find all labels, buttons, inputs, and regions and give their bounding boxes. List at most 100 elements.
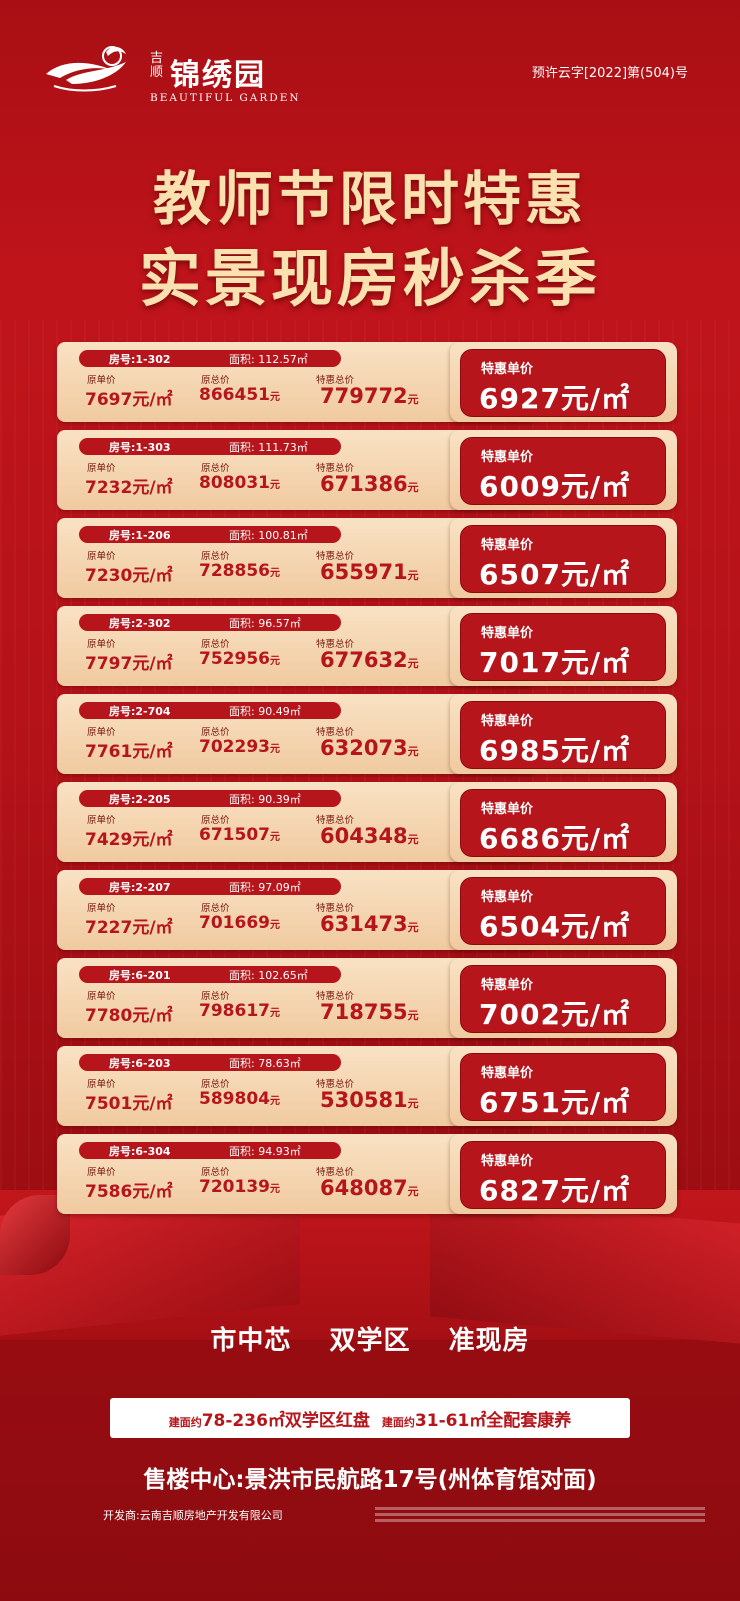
unit-card: 房号:1-302 面积: 112.57㎡ 原单价 7697元/㎡ 原总价 866451元 特… <box>57 342 677 422</box>
special-unit-price-label: 特惠单价 <box>481 978 534 993</box>
unit-card: 房号:2-205 面积: 90.39㎡原单价 7429元/㎡ 原总价 671507元 特惠… <box>57 782 677 862</box>
unit-card: 房号:6-203 面积: 78.63㎡ 原单价 7501元/㎡ 原总价 589804元 特惠… <box>57 1046 677 1126</box>
orig-total-label: 原总价 <box>201 463 230 474</box>
brand-prefix: 吉顺 <box>150 51 164 80</box>
room-number: 房号:6-201 <box>109 969 171 982</box>
unit-area: 面积: 97.09㎡ <box>229 881 301 894</box>
special-unit-price-box: 特惠单价 6751元/㎡ <box>460 1053 666 1121</box>
special-total: 779772元 <box>320 384 419 408</box>
orig-total-label: 原总价 <box>201 551 230 562</box>
unit-card: 房号:1-206 面积: 100.81㎡ 原单价 7230元/㎡ 原总价 728856元 特… <box>57 518 677 598</box>
special-unit-price-label: 特惠单价 <box>481 714 534 729</box>
product-banner: 建面约78-236㎡双学区红盘 建面约31-61㎡全配套康养 <box>110 1398 630 1438</box>
headline-line1: 教师节限时特惠 <box>152 165 587 233</box>
unit-area: 面积: 94.93㎡ <box>229 1145 301 1158</box>
orig-total: 808031元 <box>199 473 280 493</box>
room-number: 房号:1-303 <box>109 441 171 454</box>
special-unit-price: 6507元/㎡ <box>479 558 631 591</box>
special-total: 530581元 <box>320 1088 419 1112</box>
brand-english: BEAUTIFUL GARDEN <box>150 92 301 104</box>
special-unit-price-label: 特惠单价 <box>481 1066 534 1081</box>
special-total: 655971元 <box>320 560 419 584</box>
orig-unit-price-label: 原单价 <box>87 991 116 1002</box>
headline-line2: 实景现房秒杀季 <box>138 242 601 315</box>
special-unit-price: 6751元/㎡ <box>479 1086 631 1119</box>
special-unit-price-box: 特惠单价 6985元/㎡ <box>460 701 666 769</box>
orig-total-label: 原总价 <box>201 991 230 1002</box>
developer-name: 开发商:云南吉顺房地产开发有限公司 <box>103 1509 283 1522</box>
unit-area: 面积: 78.63㎡ <box>229 1057 301 1070</box>
unit-card: 房号:2-207 面积: 97.09㎡ 原单价 7227元/㎡ 原总价 701669元 特惠… <box>57 870 677 950</box>
special-price-panel: 特惠单价 6504元/㎡ <box>450 870 677 950</box>
special-unit-price: 6686元/㎡ <box>479 822 631 855</box>
orig-unit-price-label: 原单价 <box>87 639 116 650</box>
special-unit-price-label: 特惠单价 <box>481 626 534 641</box>
orig-total-label: 原总价 <box>201 375 230 386</box>
orig-total-label: 原总价 <box>201 727 230 738</box>
special-price-panel: 特惠单价 7002元/㎡ <box>450 958 677 1038</box>
special-price-panel: 特惠单价 6751元/㎡ <box>450 1046 677 1126</box>
presale-permit: 预许云字[2022]第(504)号 <box>531 66 688 81</box>
room-number: 房号:2-302 <box>109 617 171 630</box>
phoenix-emblem-icon <box>46 46 126 92</box>
unit-header: 房号:1-206 面积: 100.81㎡ <box>79 526 341 543</box>
orig-total: 671507元 <box>199 825 280 845</box>
orig-unit-price: 7761元/㎡ <box>85 742 173 762</box>
special-unit-price: 6927元/㎡ <box>479 382 631 415</box>
orig-total: 702293元 <box>199 737 280 757</box>
special-unit-price-label: 特惠单价 <box>481 802 534 817</box>
unit-area: 面积: 111.73㎡ <box>229 441 308 454</box>
fine-print <box>375 1504 705 1522</box>
unit-area: 面积: 90.39㎡ <box>229 793 301 806</box>
orig-unit-price: 7429元/㎡ <box>85 830 173 850</box>
special-price-panel: 特惠单价 7017元/㎡ <box>450 606 677 686</box>
orig-total: 701669元 <box>199 913 280 933</box>
special-unit-price-label: 特惠单价 <box>481 538 534 553</box>
orig-total-label: 原总价 <box>201 1079 230 1090</box>
orig-unit-price: 7797元/㎡ <box>85 654 173 674</box>
unit-card: 房号:1-303 面积: 111.73㎡ 原单价 7232元/㎡ 原总价 808031元 特… <box>57 430 677 510</box>
orig-total-label: 原总价 <box>201 903 230 914</box>
orig-total: 752956元 <box>199 649 280 669</box>
special-price-panel: 特惠单价 6985元/㎡ <box>450 694 677 774</box>
unit-card: 房号:2-302 面积: 96.57㎡ 原单价 7797元/㎡ 原总价 752956元 特惠… <box>57 606 677 686</box>
special-unit-price: 6504元/㎡ <box>479 910 631 943</box>
unit-area: 面积: 102.65㎡ <box>229 969 308 982</box>
orig-total: 720139元 <box>199 1177 280 1197</box>
special-price-panel: 特惠单价 6927元/㎡ <box>450 342 677 422</box>
special-unit-price-label: 特惠单价 <box>481 450 534 465</box>
special-total: 677632元 <box>320 648 419 672</box>
special-unit-price: 6827元/㎡ <box>479 1174 631 1207</box>
special-price-panel: 特惠单价 6009元/㎡ <box>450 430 677 510</box>
orig-unit-price: 7232元/㎡ <box>85 478 173 498</box>
unit-header: 房号:6-304 面积: 94.93㎡ <box>79 1142 341 1159</box>
orig-unit-price: 7227元/㎡ <box>85 918 173 938</box>
special-unit-price-box: 特惠单价 6927元/㎡ <box>460 349 666 417</box>
unit-header: 房号:6-201 面积: 102.65㎡ <box>79 966 341 983</box>
special-unit-price-label: 特惠单价 <box>481 1154 534 1169</box>
unit-header: 房号:6-203 面积: 78.63㎡ <box>79 1054 341 1071</box>
special-total: 632073元 <box>320 736 419 760</box>
orig-unit-price: 7230元/㎡ <box>85 566 173 586</box>
room-number: 房号:2-205 <box>109 793 171 806</box>
special-unit-price: 7002元/㎡ <box>479 998 631 1031</box>
orig-total-label: 原总价 <box>201 1167 230 1178</box>
orig-unit-price: 7780元/㎡ <box>85 1006 173 1026</box>
unit-card: 房号:2-704 面积: 90.49㎡ 原单价 7761元/㎡ 原总价 702293元 特惠… <box>57 694 677 774</box>
orig-unit-price-label: 原单价 <box>87 375 116 386</box>
unit-area: 面积: 90.49㎡ <box>229 705 301 718</box>
special-price-panel: 特惠单价 6507元/㎡ <box>450 518 677 598</box>
special-total: 671386元 <box>320 472 419 496</box>
orig-unit-price-label: 原单价 <box>87 1167 116 1178</box>
special-unit-price-box: 特惠单价 6504元/㎡ <box>460 877 666 945</box>
orig-total-label: 原总价 <box>201 639 230 650</box>
unit-area: 面积: 112.57㎡ <box>229 353 308 366</box>
feature-tags: 市中芯 双学区 准现房 <box>0 1320 740 1357</box>
orig-total-label: 原总价 <box>201 815 230 826</box>
orig-unit-price-label: 原单价 <box>87 815 116 826</box>
banner-left: 建面约78-236㎡双学区红盘 <box>168 1410 370 1431</box>
unit-card: 房号:6-201 面积: 102.65㎡ 原单价 7780元/㎡ 原总价 798617元 特… <box>57 958 677 1038</box>
banner-right: 建面约31-61㎡全配套康养 <box>381 1410 572 1431</box>
unit-header: 房号:2-704 面积: 90.49㎡ <box>79 702 341 719</box>
orig-unit-price: 7586元/㎡ <box>85 1182 173 1202</box>
